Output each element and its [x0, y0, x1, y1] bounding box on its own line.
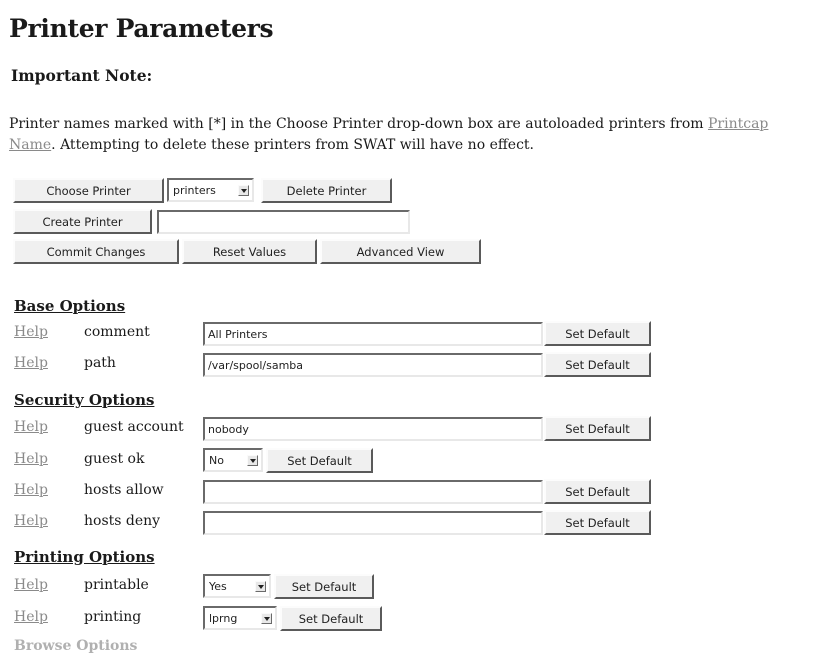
set-default-comment-button[interactable]: Set Default	[544, 321, 651, 346]
help-link-hosts-deny[interactable]: Help	[14, 513, 48, 529]
help-link-hosts-allow[interactable]: Help	[14, 482, 48, 498]
set-default-path-button[interactable]: Set Default	[544, 352, 651, 377]
chevron-down-icon	[238, 185, 249, 196]
printer-select[interactable]: printers	[167, 178, 254, 202]
printing-options-heading: Printing Options	[14, 548, 155, 566]
param-printable-label: printable	[84, 577, 149, 593]
param-guest-account-label: guest account	[84, 419, 184, 435]
security-options-heading: Security Options	[14, 391, 155, 409]
hosts-deny-input[interactable]	[203, 511, 543, 535]
guest-ok-select-value: No	[209, 453, 224, 467]
help-link-guest-account[interactable]: Help	[14, 419, 48, 435]
set-default-guest-ok-button[interactable]: Set Default	[266, 448, 373, 473]
important-note-heading: Important Note:	[11, 66, 153, 85]
chevron-down-icon	[247, 455, 258, 466]
important-note-text: Printer names marked with [*] in the Cho…	[9, 114, 768, 156]
guest-account-input[interactable]	[203, 417, 543, 441]
choose-printer-button[interactable]: Choose Printer	[13, 178, 164, 203]
path-input[interactable]	[203, 353, 543, 377]
param-hosts-deny-label: hosts deny	[84, 513, 161, 529]
printer-select-value: printers	[173, 183, 216, 197]
base-options-heading: Base Options	[14, 297, 126, 315]
param-printing-label: printing	[84, 609, 142, 625]
help-link-printing[interactable]: Help	[14, 609, 48, 625]
printcap-name-link[interactable]: Name	[9, 137, 51, 153]
set-default-printable-button[interactable]: Set Default	[274, 574, 374, 599]
note-text-part2: . Attempting to delete these printers fr…	[51, 137, 535, 153]
help-link-printable[interactable]: Help	[14, 577, 48, 593]
delete-printer-button[interactable]: Delete Printer	[261, 178, 392, 203]
browse-options-heading: Browse Options	[14, 638, 138, 654]
param-hosts-allow-label: hosts allow	[84, 482, 164, 498]
printcap-link[interactable]: Printcap	[708, 116, 768, 132]
printable-select-value: Yes	[209, 579, 227, 593]
help-link-comment[interactable]: Help	[14, 324, 48, 340]
printing-select-value: lprng	[209, 611, 238, 625]
set-default-guest-account-button[interactable]: Set Default	[544, 416, 651, 441]
help-link-path[interactable]: Help	[14, 355, 48, 371]
param-path-label: path	[84, 355, 116, 371]
printing-select[interactable]: lprng	[203, 606, 277, 630]
comment-input[interactable]	[203, 322, 543, 346]
param-guest-ok-label: guest ok	[84, 451, 145, 467]
chevron-down-icon	[255, 581, 266, 592]
chevron-down-icon	[261, 613, 272, 624]
set-default-hosts-allow-button[interactable]: Set Default	[544, 479, 651, 504]
printable-select[interactable]: Yes	[203, 574, 271, 598]
guest-ok-select[interactable]: No	[203, 448, 263, 472]
hosts-allow-input[interactable]	[203, 480, 543, 504]
create-printer-button[interactable]: Create Printer	[13, 209, 152, 234]
param-comment-label: comment	[84, 324, 150, 340]
advanced-view-button[interactable]: Advanced View	[320, 239, 481, 264]
reset-values-button[interactable]: Reset Values	[182, 239, 317, 264]
help-link-guest-ok[interactable]: Help	[14, 451, 48, 467]
create-printer-input[interactable]	[157, 210, 410, 234]
note-text-part1: Printer names marked with [*] in the Cho…	[9, 116, 709, 132]
set-default-printing-button[interactable]: Set Default	[280, 606, 382, 631]
set-default-hosts-deny-button[interactable]: Set Default	[544, 510, 651, 535]
page-title: Printer Parameters	[9, 14, 274, 43]
commit-changes-button[interactable]: Commit Changes	[13, 239, 179, 264]
